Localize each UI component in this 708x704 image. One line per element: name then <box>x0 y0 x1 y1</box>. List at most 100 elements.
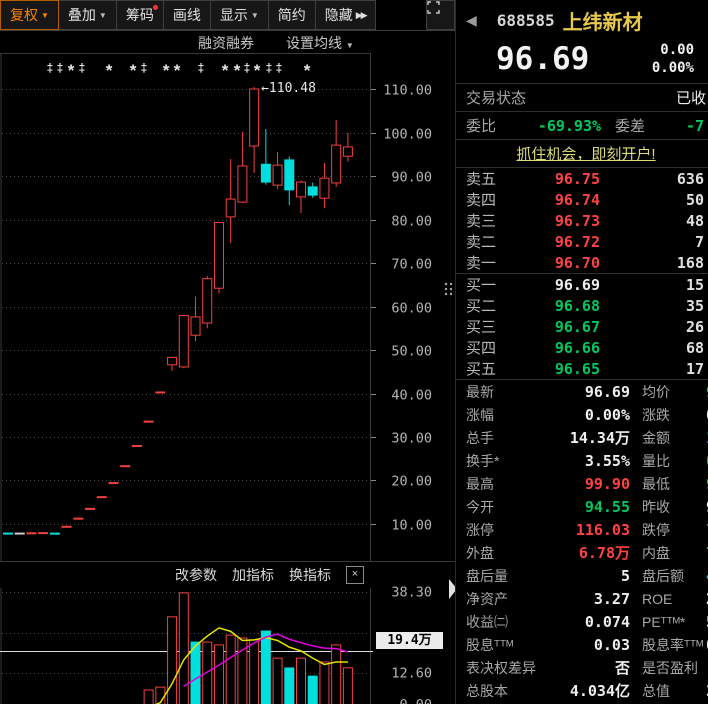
ask-row-2[interactable]: 卖二 96.72 7 <box>456 231 708 252</box>
trade-status-label: 交易状态 <box>466 87 526 108</box>
link-edit-params[interactable]: 改参数 <box>175 565 217 585</box>
expand-corners-icon <box>427 1 440 14</box>
svg-text:*: * <box>174 61 181 80</box>
stat-row: 涨停 116.03 跌停 77. <box>456 518 708 541</box>
chart-subheader: 融资融券 设置均线 ▼ <box>0 30 455 53</box>
bid-row-3[interactable]: 买三 96.67 26 <box>456 316 708 337</box>
ask-row-1[interactable]: 卖一 96.70 168 <box>456 252 708 273</box>
weibi-label: 委比 <box>466 115 496 136</box>
button-display[interactable]: 显示 ▼ <box>210 0 269 30</box>
stat-label: 最低 <box>630 474 706 494</box>
quote-panel: ◀ 688585 上纬新材 96.69 0.00 0.00% 交易状态 已收 委… <box>455 0 708 704</box>
ad-row: 抓住机会，即刻开户! <box>456 140 708 168</box>
svg-text:←110.48: ←110.48 <box>261 81 316 96</box>
ask-volume: 636 <box>600 170 708 188</box>
expand-icon[interactable] <box>426 0 455 30</box>
price-change-block: 0.00 0.00% <box>652 41 700 77</box>
chevron-down-icon: ▼ <box>251 11 259 20</box>
button-adjust-mode[interactable]: 复权 ▼ <box>0 0 59 30</box>
svg-text:50.00: 50.00 <box>391 344 432 360</box>
stat-value: 否 <box>538 657 630 678</box>
svg-text:110.00: 110.00 <box>383 83 432 99</box>
stat-label: 盘后额 <box>630 566 706 586</box>
link-add-indicator[interactable]: 加指标 <box>232 565 274 585</box>
ask-price: 96.72 <box>514 233 600 251</box>
svg-text:‡: ‡ <box>141 61 148 75</box>
svg-text:*: * <box>222 61 229 80</box>
button-label: 复权 <box>10 5 38 25</box>
ma-settings-dropdown[interactable]: 设置均线 ▼ <box>286 33 354 53</box>
button-label: 简约 <box>278 5 306 25</box>
bid-row-4[interactable]: 买四 96.66 68 <box>456 337 708 358</box>
stat-label: 昨收 <box>630 497 706 517</box>
volume-current-value-tag: 19.4万 <box>376 632 443 649</box>
svg-text:60.00: 60.00 <box>391 301 432 317</box>
stock-name: 上纬新材 <box>563 6 643 35</box>
weibi-row: 委比 -69.93% 委差 -7 <box>456 112 708 140</box>
svg-text:20.00: 20.00 <box>391 474 432 490</box>
ask-row-4[interactable]: 卖四 96.74 50 <box>456 189 708 210</box>
bid-price: 96.65 <box>514 360 600 378</box>
ask-price: 96.73 <box>514 212 600 230</box>
stat-label: 外盘 <box>466 543 538 563</box>
ask-label: 卖二 <box>466 231 514 252</box>
ask-label: 卖五 <box>466 168 514 189</box>
ask-book: 卖五 96.75 636 卖四 96.74 50 卖三 96.73 48 卖二 … <box>456 168 708 274</box>
stats-grid: 最新 96.69 均价 96. 涨幅 0.00% 涨跌 0. 总手 14.34万… <box>456 380 708 702</box>
svg-text:38.30: 38.30 <box>391 584 432 600</box>
stat-label: 净资产 <box>466 589 538 609</box>
svg-text:*: * <box>106 61 113 80</box>
bid-price: 96.66 <box>514 339 600 357</box>
stat-row: 总手 14.34万 金额 13.80 <box>456 426 708 449</box>
weicha-label: 委差 <box>601 115 645 136</box>
button-hide[interactable]: 隐藏 ▶▶ <box>315 0 376 30</box>
button-chips[interactable]: 筹码 <box>116 0 164 30</box>
svg-text:30.00: 30.00 <box>391 431 432 447</box>
ask-row-3[interactable]: 卖三 96.73 48 <box>456 210 708 231</box>
stat-row: 表决权差异 否 是否盈利 <box>456 656 708 679</box>
button-simple-mode[interactable]: 简约 <box>268 0 316 30</box>
chart-toolbar: 复权 ▼ 叠加 ▼ 筹码 画线 显示 ▼ 简约 隐藏 ▶▶ <box>0 0 455 30</box>
price-change: 0.00 <box>660 42 694 58</box>
ask-label: 卖三 <box>466 210 514 231</box>
svg-text:10.00: 10.00 <box>391 518 432 534</box>
stat-label: 涨跌 <box>630 405 706 425</box>
button-overlay[interactable]: 叠加 ▼ <box>58 0 117 30</box>
stat-label: 涨幅 <box>466 405 538 425</box>
stat-label: 总值 <box>630 681 706 701</box>
bid-label: 买四 <box>466 337 514 358</box>
ask-row-5[interactable]: 卖五 96.75 636 <box>456 168 708 189</box>
open-account-ad-link[interactable]: 抓住机会，即刻开户! <box>516 143 655 164</box>
back-icon[interactable]: ◀ <box>466 12 477 29</box>
stat-value: 99.90 <box>538 475 630 493</box>
link-switch-indicator[interactable]: 换指标 <box>289 565 331 585</box>
bid-label: 买五 <box>466 358 514 379</box>
bid-volume: 68 <box>600 339 708 357</box>
svg-text:*: * <box>234 61 241 80</box>
close-icon[interactable]: × <box>346 566 364 584</box>
margin-trading-tag[interactable]: 融资融券 <box>198 33 254 53</box>
kline-chart[interactable]: 110.00100.0090.0080.0070.0060.0050.0040.… <box>0 0 455 704</box>
svg-text:*: * <box>254 61 261 80</box>
stat-value: 3.55% <box>538 452 630 470</box>
stat-label: 均价 <box>630 382 706 402</box>
trade-status-row: 交易状态 已收 <box>456 84 708 112</box>
bid-book: 买一 96.69 15 买二 96.68 35 买三 96.67 26 买四 9… <box>456 274 708 380</box>
svg-text:‡: ‡ <box>244 61 251 75</box>
bid-volume: 17 <box>600 360 708 378</box>
svg-text:40.00: 40.00 <box>391 388 432 404</box>
ask-price: 96.75 <box>514 170 600 188</box>
button-draw-line[interactable]: 画线 <box>163 0 211 30</box>
bid-volume: 26 <box>600 318 708 336</box>
pane-splitter[interactable] <box>0 560 455 563</box>
axis-drag-handle-icon[interactable] <box>444 282 455 297</box>
trade-status-value: 已收 <box>676 87 706 108</box>
price-block: 96.69 0.00 0.00% <box>456 34 708 84</box>
bid-label: 买一 <box>466 274 514 295</box>
bid-row-1[interactable]: 买一 96.69 15 <box>456 274 708 295</box>
bid-row-5[interactable]: 买五 96.65 17 <box>456 358 708 379</box>
bid-row-2[interactable]: 买二 96.68 35 <box>456 295 708 316</box>
last-price: 96.69 <box>496 41 589 77</box>
ask-price: 96.70 <box>514 254 600 272</box>
bid-volume: 35 <box>600 297 708 315</box>
